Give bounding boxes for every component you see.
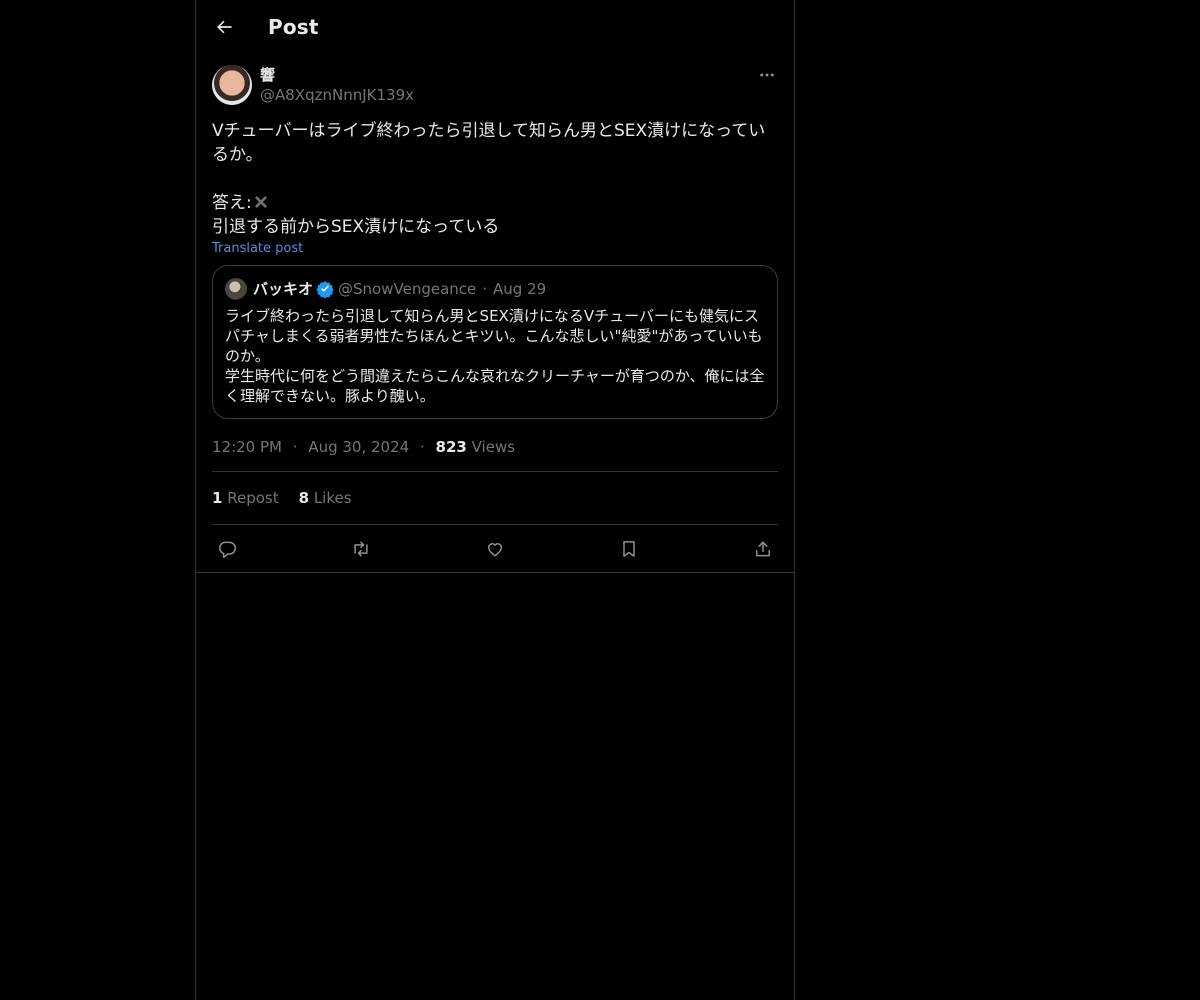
- bookmark-icon: [623, 540, 635, 557]
- post-author: 響 @A8XqznNnnJK139x: [212, 65, 778, 105]
- divider: [196, 572, 794, 573]
- cross-mark-icon: [254, 196, 267, 208]
- post-time[interactable]: 12:20 PM: [212, 438, 282, 456]
- translate-post-link[interactable]: Translate post: [212, 241, 778, 256]
- post-meta: 12:20 PM · Aug 30, 2024 · 823 Views: [212, 435, 778, 472]
- quoted-date: Aug 29: [493, 280, 547, 298]
- header: Post: [196, 0, 794, 53]
- post-answer-prefix: 答え:: [212, 193, 252, 213]
- post-text-line-1: Vチューバーはライブ終わったら引退して知らん男とSEX漬けになっているか。: [212, 121, 766, 165]
- views-label: Views: [471, 438, 516, 456]
- post-text-line-3: 引退する前からSEX漬けになっている: [212, 217, 500, 237]
- reply-icon: [219, 541, 237, 558]
- share-button[interactable]: [752, 538, 774, 560]
- post-text: Vチューバーはライブ終わったら引退して知らん男とSEX漬けになっているか。 答え…: [212, 119, 778, 239]
- more-icon: [760, 73, 774, 77]
- share-icon: [756, 541, 770, 556]
- repost-icon: [354, 541, 368, 556]
- repost-button[interactable]: [350, 538, 372, 560]
- back-arrow-icon: [217, 20, 232, 33]
- quoted-avatar: [225, 278, 247, 300]
- likes-stat[interactable]: 8 Likes: [299, 489, 352, 507]
- quoted-display-name: バッキオ: [253, 280, 314, 298]
- author-handle[interactable]: @A8XqznNnnJK139x: [260, 85, 414, 105]
- reposts-stat[interactable]: 1 Repost: [212, 489, 279, 507]
- author-display-name[interactable]: 響: [260, 65, 414, 85]
- post-stats: 1 Repost 8 Likes: [212, 472, 778, 525]
- quoted-handle: @SnowVengeance: [338, 280, 477, 298]
- like-button[interactable]: [484, 538, 506, 560]
- quoted-text: ライブ終わったら引退して知らん男とSEX漬けになるVチューバーにも健気にスパチャ…: [225, 307, 765, 405]
- like-icon: [488, 542, 502, 556]
- quoted-separator: ·: [482, 280, 488, 298]
- bookmark-button[interactable]: [618, 538, 640, 560]
- avatar[interactable]: [212, 65, 252, 105]
- page-title: Post: [268, 14, 319, 39]
- more-options-button[interactable]: [756, 65, 778, 85]
- quoted-post[interactable]: バッキオ @SnowVengeance · Aug 29 ライブ終わったら引退し…: [212, 265, 778, 419]
- reply-button[interactable]: [216, 538, 238, 560]
- post-date[interactable]: Aug 30, 2024: [308, 438, 409, 456]
- main-column: Post 響 @A8XqznNnnJK139x Vチューバーはライブ終わったら引…: [195, 0, 795, 1000]
- verified-badge-icon: [316, 281, 334, 298]
- action-bar: [212, 525, 778, 572]
- post-detail: 響 @A8XqznNnnJK139x Vチューバーはライブ終わったら引退して知ら…: [196, 65, 794, 573]
- back-button[interactable]: [196, 17, 252, 37]
- views-count: 823: [435, 438, 467, 456]
